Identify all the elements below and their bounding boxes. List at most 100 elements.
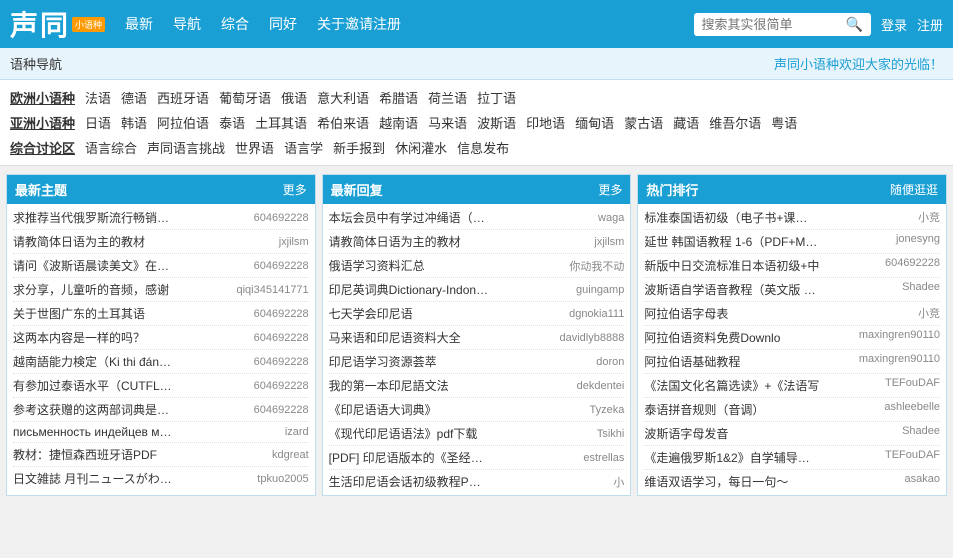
- col-reply: 最新回复 更多 本坛会员中有学过冲绳语（琉球语中央waga请教简体日语为主的教材…: [322, 174, 632, 496]
- hot-item-title[interactable]: 阿拉伯语资料免费Downlo: [644, 329, 819, 346]
- list-item-title[interactable]: 本坛会员中有学过冲绳语（琉球语中央: [329, 209, 489, 226]
- cat-item-tr[interactable]: 土耳其语: [255, 113, 307, 132]
- cat-item-mn[interactable]: 蒙古语: [624, 113, 663, 132]
- cat-item-el[interactable]: 希腊语: [379, 88, 418, 107]
- cat-item-pt[interactable]: 葡萄牙语: [219, 88, 271, 107]
- cat-item-ms[interactable]: 马来语: [428, 113, 467, 132]
- cat-item-fa[interactable]: 波斯语: [477, 113, 516, 132]
- register-link[interactable]: 注册: [917, 15, 943, 34]
- list-item-title[interactable]: [PDF] 印尼语版本的《圣经》电子书: [329, 449, 489, 466]
- hot-item: 《法国文化名篇选读》+《法语写TEFouDAF: [644, 374, 940, 398]
- col-reply-title: 最新回复: [331, 180, 383, 199]
- hot-item-user: 小竞: [860, 209, 940, 226]
- cat-item-la[interactable]: 拉丁语: [477, 88, 516, 107]
- hot-item-title[interactable]: 波斯语字母发音: [644, 425, 819, 442]
- hot-item-title[interactable]: 《法国文化名篇选读》+《法语写: [644, 377, 819, 394]
- cat-item-ug[interactable]: 维吾尔语: [709, 113, 761, 132]
- list-item-title[interactable]: 关于世图广东的土耳其语: [13, 305, 173, 322]
- cat-item-newbie[interactable]: 新手报到: [333, 138, 385, 157]
- list-item-title[interactable]: 《印尼语语大词典》: [329, 401, 489, 418]
- cat-item-ru[interactable]: 俄语: [281, 88, 307, 107]
- cat-title-europe[interactable]: 欧洲小语种: [10, 88, 75, 107]
- hot-item-title[interactable]: 波斯语自学语音教程（英文版 PDF）: [644, 281, 819, 298]
- list-item: 生活印尼语会话初级教程PDF电子书小: [329, 470, 625, 493]
- list-item-title[interactable]: 俄语学习资料汇总: [329, 257, 489, 274]
- list-item-title[interactable]: 求推荐当代俄罗斯流行畅销俄语小: [13, 209, 173, 226]
- list-item-user: 604692228: [239, 308, 309, 320]
- list-item-title[interactable]: 这两本内容是一样的吗？: [13, 329, 173, 346]
- list-item: 求分享，儿童听的音频，感谢qiqi345141771: [13, 278, 309, 302]
- list-item-title[interactable]: 请教简体日语为主的教材: [329, 233, 489, 250]
- list-item: 马来语和印尼语资料大全davidlyb8888: [329, 326, 625, 350]
- search-icon[interactable]: 🔍: [846, 16, 863, 33]
- cat-item-yue[interactable]: 粤语: [771, 113, 797, 132]
- cat-item-challenge[interactable]: 声同语言挑战: [147, 138, 225, 157]
- cat-item-nl[interactable]: 荷兰语: [428, 88, 467, 107]
- cat-item-th[interactable]: 泰语: [219, 113, 245, 132]
- logo-text[interactable]: 声同: [10, 4, 70, 44]
- cat-item-ja[interactable]: 日语: [85, 113, 111, 132]
- nav-guide[interactable]: 导航: [173, 14, 201, 34]
- hot-item-title[interactable]: 泰语拼音规则（音调）: [644, 401, 819, 418]
- list-item-title[interactable]: 我的第一本印尼語文法: [329, 377, 489, 394]
- list-item-title[interactable]: 求分享，儿童听的音频，感谢: [13, 281, 173, 298]
- cat-item-it[interactable]: 意大利语: [317, 88, 369, 107]
- nav-latest[interactable]: 最新: [125, 14, 153, 34]
- hot-item-title[interactable]: 阿拉伯语字母表: [644, 305, 819, 322]
- cat-item-es[interactable]: 西班牙语: [157, 88, 209, 107]
- list-item-title[interactable]: 印尼英词典Dictionary-Indonesia: [329, 281, 489, 298]
- cat-item-lang-general[interactable]: 语言综合: [85, 138, 137, 157]
- hot-item-user: Shadee: [860, 425, 940, 442]
- cat-title-general[interactable]: 综合讨论区: [10, 138, 75, 157]
- cat-item-vi[interactable]: 越南语: [379, 113, 418, 132]
- list-item-title[interactable]: 印尼语学习资源荟萃: [329, 353, 489, 370]
- hot-item-title[interactable]: 维语双语学习，每日一句～: [644, 473, 819, 490]
- nav-invite[interactable]: 关于邀请注册: [317, 14, 401, 34]
- list-item-title[interactable]: письменность индейцев майя: [13, 425, 173, 439]
- login-link[interactable]: 登录: [881, 15, 907, 34]
- hot-item-title[interactable]: 阿拉伯语基础教程: [644, 353, 819, 370]
- list-item-title[interactable]: 请问《波斯语晨读美文》在哪购: [13, 257, 173, 274]
- list-item-title[interactable]: 日文雑誌 月刊ニュースがわかる・: [13, 470, 173, 487]
- col-hot-more[interactable]: 随便逛逛: [890, 181, 938, 198]
- cat-item-hi[interactable]: 印地语: [526, 113, 565, 132]
- list-item-title[interactable]: 生活印尼语会话初级教程PDF电子书: [329, 473, 489, 490]
- list-item-user: tpkuo2005: [239, 473, 309, 485]
- list-item-title[interactable]: 七天学会印尼语: [329, 305, 489, 322]
- col-reply-body: 本坛会员中有学过冲绳语（琉球语中央waga请教简体日语为主的教材jxjilsm俄…: [323, 204, 631, 495]
- list-item-title[interactable]: 马来语和印尼语资料大全: [329, 329, 489, 346]
- cat-item-lounge[interactable]: 休闲灌水: [395, 138, 447, 157]
- hot-item-title[interactable]: 标准泰国语初级（电子书+课程mp3下载）: [644, 209, 819, 226]
- list-item-title[interactable]: 《现代印尼语语法》pdf下载: [329, 425, 489, 442]
- list-item-title[interactable]: 越南語能力検定（Ki thi đánh giá: [13, 353, 173, 370]
- cat-title-asia[interactable]: 亚洲小语种: [10, 113, 75, 132]
- hot-item-user: Shadee: [860, 281, 940, 298]
- cat-item-info[interactable]: 信息发布: [457, 138, 509, 157]
- hot-item-title[interactable]: 《走遍俄罗斯1&2》自学辅导用书: [644, 449, 819, 466]
- cat-item-my[interactable]: 缅甸语: [575, 113, 614, 132]
- col-latest-more[interactable]: 更多: [283, 181, 307, 198]
- col-hot-title: 热门排行: [646, 180, 698, 199]
- col-hot: 热门排行 随便逛逛 标准泰国语初级（电子书+课程mp3下载） 小竞延世 韩国语教程…: [637, 174, 947, 496]
- hot-item-title[interactable]: 延世 韩国语教程 1-6（PDF+MP3）: [644, 233, 819, 250]
- list-item-title[interactable]: 参考这获赠的这两部词典是哪两: [13, 401, 173, 418]
- nav-general[interactable]: 综合: [221, 14, 249, 34]
- cat-item-fr[interactable]: 法语: [85, 88, 111, 107]
- list-item-title[interactable]: 请教简体日语为主的教材: [13, 233, 173, 250]
- hot-item-title[interactable]: 新版中日交流标准日本语初级+中: [644, 257, 819, 274]
- search-input[interactable]: [702, 17, 842, 32]
- cat-item-ko[interactable]: 韩语: [121, 113, 147, 132]
- cat-item-linguistics[interactable]: 语言学: [284, 138, 323, 157]
- cat-item-de[interactable]: 德语: [121, 88, 147, 107]
- nav-hobby[interactable]: 同好: [269, 14, 297, 34]
- cat-item-bo[interactable]: 藏语: [673, 113, 699, 132]
- list-item: 越南語能力検定（Ki thi đánh giá604692228: [13, 350, 309, 374]
- cat-row-general: 综合讨论区 语言综合 声同语言挑战 世界语 语言学 新手报到 休闲灌水 信息发布: [10, 138, 943, 157]
- col-reply-more[interactable]: 更多: [598, 181, 622, 198]
- cat-item-esperanto[interactable]: 世界语: [235, 138, 274, 157]
- cat-item-he[interactable]: 希伯来语: [317, 113, 369, 132]
- list-item-title[interactable]: 教材：捷恒森西班牙语PDF: [13, 446, 173, 463]
- list-item: 印尼语学习资源荟萃doron: [329, 350, 625, 374]
- list-item-title[interactable]: 有参加过泰语水平（CUTFL）考试: [13, 377, 173, 394]
- cat-item-ar[interactable]: 阿拉伯语: [157, 113, 209, 132]
